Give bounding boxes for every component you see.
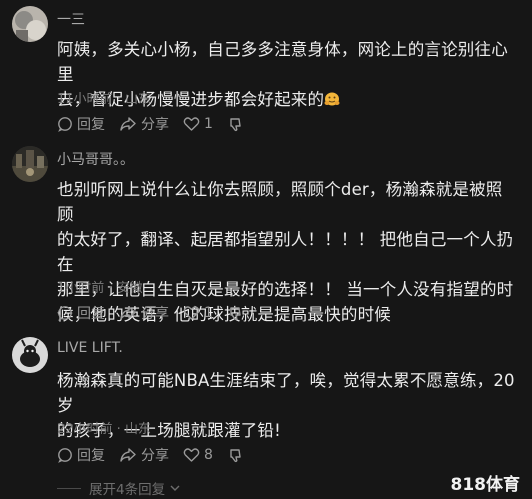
reply-label: 回复 [77,448,105,464]
chevron-down-icon [170,485,180,491]
expand-replies-label: 展开4条回复 [89,482,166,498]
like-count: 1 [204,305,213,321]
heart-icon [183,117,200,131]
comment-actions: 回复 分享 1 [57,114,243,134]
reply-icon [58,306,72,321]
share-icon [120,448,136,462]
username[interactable]: 一三 [57,9,85,29]
avatar[interactable] [12,6,48,42]
comment-text-line: 也别听网上说什么让你去照顾，照顾个der，杨瀚森就是被照顾 [57,180,503,224]
like-count: 8 [204,447,213,463]
comment-meta: 22小时前 · 山东 [57,422,151,437]
reply-button[interactable]: 回复 [57,445,105,465]
share-button[interactable]: 分享 [119,445,169,465]
hug-emoji-icon [324,92,340,106]
share-button[interactable]: 分享 [119,303,169,323]
share-label: 分享 [141,448,169,464]
avatar[interactable] [12,337,48,373]
reply-button[interactable]: 回复 [57,114,105,134]
share-icon [120,306,136,320]
heart-icon [183,306,200,320]
watermark: 818体育 [450,475,521,495]
share-icon [120,117,136,131]
dislike-icon[interactable] [227,305,243,321]
comment-actions: 回复 分享 1 [57,303,243,323]
heart-icon [183,448,200,462]
username[interactable]: LIVE LIFT. [57,340,123,356]
like-count: 1 [204,116,213,132]
comment-text-line: 的太好了，翻译、起居都指望别人！！！！ 把他自己一个人扔在 [57,230,514,274]
reply-icon [58,448,72,463]
share-label: 分享 [141,117,169,133]
username[interactable]: 小马哥哥。。 [57,149,134,169]
reply-label: 回复 [77,306,105,322]
comment-meta: 1小时前 · 安徽 [57,281,143,296]
like-button[interactable]: 1 [183,305,213,321]
comment-text-line: 阿姨，多关心小杨，自己多多注意身体，网论上的言论别往心里 [57,40,508,84]
comment-text-line: 杨瀚森真的可能NBA生涯结束了，唉，觉得太累不愿意练，20岁 [57,371,515,415]
like-button[interactable]: 1 [183,116,213,132]
reply-icon [58,117,72,132]
comment-meta: 11小时前 · 山东 [57,92,151,107]
comment-actions: 回复 分享 8 [57,445,243,465]
reply-button[interactable]: 回复 [57,303,105,323]
dislike-icon[interactable] [227,116,243,132]
share-button[interactable]: 分享 [119,114,169,134]
like-button[interactable]: 8 [183,447,213,463]
share-label: 分享 [141,306,169,322]
expand-replies-button[interactable]: 展开4条回复 [57,478,181,498]
reply-label: 回复 [77,117,105,133]
comment-list: 一三 阿姨，多关心小杨，自己多多注意身体，网论上的言论别往心里 去，督促小杨慢慢… [0,0,532,499]
divider-line [57,487,81,489]
dislike-icon[interactable] [227,447,243,463]
avatar[interactable] [12,146,48,182]
